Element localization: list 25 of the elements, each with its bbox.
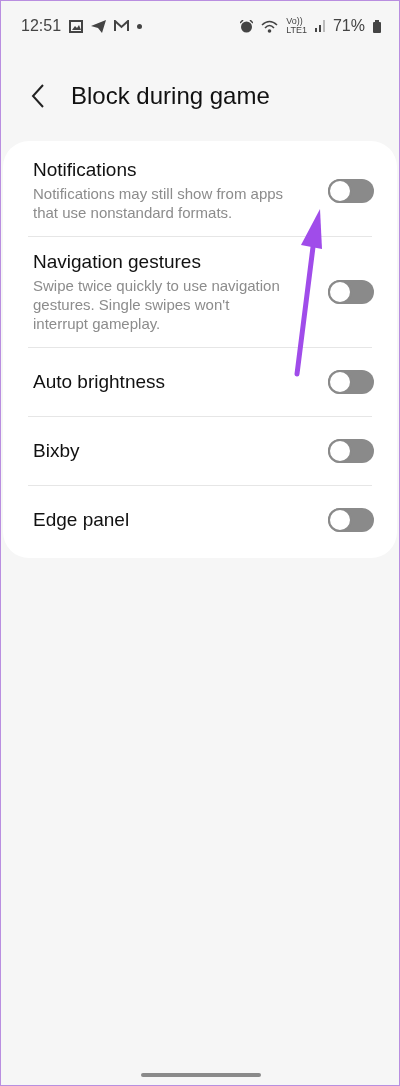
signal-icon — [314, 20, 325, 32]
volte-label: Vo)) — [286, 17, 303, 26]
setting-label: Edge panel — [33, 509, 131, 531]
setting-label: Navigation gestures — [33, 251, 202, 273]
battery-percent: 71% — [332, 17, 365, 35]
clock: 12:51 — [21, 17, 62, 35]
wifi-icon — [261, 19, 279, 33]
toggle-switch[interactable] — [328, 439, 374, 463]
toggle-switch[interactable] — [328, 370, 374, 394]
setting-label: Auto brightness — [33, 371, 167, 393]
toggle-switch[interactable] — [328, 178, 374, 203]
setting-description: Swipe twice quickly to use navigation gestures. Single swipes won't interrupt gameplay. — [33, 276, 281, 333]
alarm-icon — [240, 19, 254, 33]
setting-label: Notifications — [33, 159, 138, 181]
setting-label: Bixby — [33, 440, 81, 462]
toggle-switch[interactable] — [328, 508, 374, 532]
toggle-switch[interactable] — [328, 280, 374, 304]
mail-icon — [114, 20, 130, 32]
dot-icon — [137, 23, 143, 29]
setting-description: Notifications may still show from apps that use nonstandard formats. — [33, 184, 285, 222]
image-icon — [69, 19, 84, 33]
battery-icon — [373, 19, 381, 33]
paper-plane-icon — [91, 19, 107, 33]
lte-label: LTE1 — [286, 26, 307, 35]
page-title: Block during game — [71, 82, 270, 110]
